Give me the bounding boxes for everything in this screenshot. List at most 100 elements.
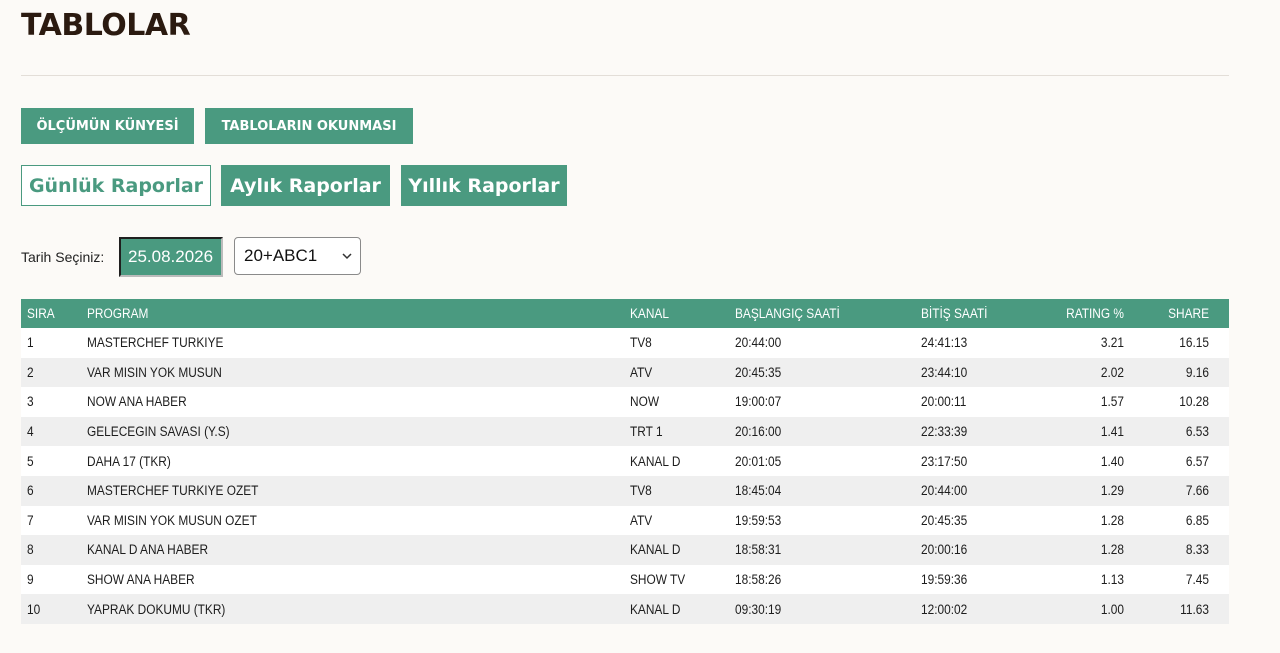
header-program[interactable]: PROGRAM	[87, 299, 148, 328]
cell-sira: 1	[27, 335, 34, 351]
cell-kanal: ATV	[630, 512, 653, 528]
cell-sira: 9	[27, 572, 34, 588]
table-body: 1 MASTERCHEF TURKIYE TV8 20:44:00 24:41:13 3.…	[21, 328, 1229, 624]
cell-program: VAR MISIN YOK MUSUN	[87, 364, 222, 380]
cell-sira: 6	[27, 483, 34, 499]
cell-kanal: NOW	[630, 394, 660, 410]
cell-share: 6.85	[1185, 512, 1209, 528]
cell-bitis-saati: 20:45:35	[921, 512, 968, 528]
cell-rating: 1.28	[1100, 542, 1124, 558]
table-row: 6 MASTERCHEF TURKIYE OZET TV8 18:45:04 20:44…	[21, 475, 1229, 506]
cell-baslangic-saati: 18:58:26	[735, 572, 782, 588]
cell-program: MASTERCHEF TURKIYE	[87, 335, 224, 351]
header-bitis-saati[interactable]: BİTİŞ SAATİ	[921, 299, 987, 328]
page: TABLOLAR ÖLÇÜMÜN KÜNYESİ TABLOLARIN OKUN…	[0, 0, 1280, 653]
cell-rating: 1.41	[1100, 424, 1124, 440]
cell-share: 7.45	[1185, 572, 1209, 588]
cell-sira: 3	[27, 394, 34, 410]
date-input[interactable]: 25.08.2026	[119, 237, 223, 277]
audience-select[interactable]: 20+ABC1	[234, 237, 361, 275]
cell-bitis-saati: 20:00:11	[921, 394, 967, 410]
tab-gunluk-raporlar[interactable]: Günlük Raporlar	[21, 165, 211, 206]
table-row: 5 DAHA 17 (TKR) KANAL D 20:01:05 23:17:50 1.4…	[21, 446, 1229, 476]
tab-aylik-raporlar[interactable]: Aylık Raporlar	[221, 165, 390, 206]
cell-bitis-saati: 23:44:10	[921, 364, 968, 380]
cell-rating: 1.57	[1100, 394, 1124, 410]
table-row: 4 GELECEGIN SAVASI (Y.S) TRT 1 20:16:00 22:3…	[21, 416, 1229, 447]
cell-rating: 1.00	[1100, 601, 1124, 617]
cell-bitis-saati: 20:00:16	[921, 542, 968, 558]
cell-share: 10.28	[1179, 394, 1209, 410]
ratings-table: SIRA PROGRAM KANAL BAŞLANGIÇ SAATİ BİTİŞ…	[21, 299, 1229, 624]
table-row: 1 MASTERCHEF TURKIYE TV8 20:44:00 24:41:13 3.…	[21, 328, 1229, 358]
cell-kanal: ATV	[630, 364, 653, 380]
cell-program: KANAL D ANA HABER	[87, 542, 209, 558]
cell-bitis-saati: 19:59:36	[921, 572, 968, 588]
olcum-kunyesi-button[interactable]: ÖLÇÜMÜN KÜNYESİ	[21, 108, 194, 144]
cell-sira: 2	[27, 364, 34, 380]
cell-bitis-saati: 24:41:13	[921, 335, 968, 351]
cell-program: SHOW ANA HABER	[87, 572, 195, 588]
cell-rating: 1.13	[1100, 572, 1124, 588]
cell-bitis-saati: 20:44:00	[921, 483, 968, 499]
cell-baslangic-saati: 18:45:04	[735, 483, 782, 499]
audience-selected-value: 20+ABC1	[244, 246, 318, 265]
cell-kanal: TRT 1	[630, 424, 663, 440]
cell-baslangic-saati: 20:01:05	[735, 453, 782, 469]
table-row: 8 KANAL D ANA HABER KANAL D 18:58:31 20:00:1…	[21, 535, 1229, 565]
cell-sira: 7	[27, 512, 34, 528]
cell-rating: 1.28	[1100, 512, 1124, 528]
cell-share: 6.53	[1185, 424, 1209, 440]
cell-share: 8.33	[1185, 542, 1209, 558]
header-kanal[interactable]: KANAL	[630, 299, 669, 328]
cell-program: VAR MISIN YOK MUSUN OZET	[87, 512, 257, 528]
cell-share: 16.15	[1179, 335, 1209, 351]
cell-bitis-saati: 12:00:02	[921, 601, 968, 617]
cell-kanal: KANAL D	[630, 453, 681, 469]
cell-sira: 4	[27, 424, 34, 440]
cell-kanal: KANAL D	[630, 542, 681, 558]
cell-program: YAPRAK DOKUMU (TKR)	[87, 601, 226, 617]
cell-baslangic-saati: 19:00:07	[735, 394, 782, 410]
cell-baslangic-saati: 20:45:35	[735, 364, 782, 380]
table-header: SIRA PROGRAM KANAL BAŞLANGIÇ SAATİ BİTİŞ…	[21, 299, 1229, 328]
tablolarin-okunmasi-button[interactable]: TABLOLARIN OKUNMASI	[205, 108, 413, 144]
page-title: TABLOLAR	[21, 8, 191, 43]
cell-share: 6.57	[1185, 453, 1209, 469]
cell-rating: 3.21	[1100, 335, 1124, 351]
cell-kanal: SHOW TV	[630, 572, 686, 588]
table-row: 7 VAR MISIN YOK MUSUN OZET ATV 19:59:53 20:4…	[21, 505, 1229, 536]
table-row: 2 VAR MISIN YOK MUSUN ATV 20:45:35 23:44:10 2…	[21, 357, 1229, 388]
cell-baslangic-saati: 19:59:53	[735, 512, 782, 528]
cell-baslangic-saati: 09:30:19	[735, 601, 782, 617]
header-rating[interactable]: RATING %	[1033, 299, 1124, 328]
cell-program: DAHA 17 (TKR)	[87, 453, 171, 469]
cell-program: NOW ANA HABER	[87, 394, 187, 410]
cell-bitis-saati: 23:17:50	[921, 453, 968, 469]
cell-sira: 10	[27, 601, 41, 617]
chevron-down-icon	[342, 253, 352, 260]
cell-share: 9.16	[1185, 364, 1209, 380]
cell-baslangic-saati: 20:16:00	[735, 424, 782, 440]
tab-yillik-raporlar[interactable]: Yıllık Raporlar	[401, 165, 567, 206]
cell-kanal: KANAL D	[630, 601, 681, 617]
header-sira[interactable]: SIRA	[27, 299, 55, 328]
cell-baslangic-saati: 18:58:31	[735, 542, 782, 558]
table-row: 9 SHOW ANA HABER SHOW TV 18:58:26 19:59:36 1.…	[21, 564, 1229, 595]
cell-sira: 8	[27, 542, 34, 558]
cell-share: 11.63	[1180, 601, 1209, 617]
date-value: 25.08.2026	[128, 247, 214, 266]
title-divider	[21, 75, 1229, 76]
cell-share: 7.66	[1185, 483, 1209, 499]
cell-rating: 1.29	[1100, 483, 1124, 499]
header-share[interactable]: SHARE	[1132, 299, 1209, 328]
date-label: Tarih Seçiniz:	[21, 249, 105, 265]
header-baslangic-saati[interactable]: BAŞLANGIÇ SAATİ	[735, 299, 840, 328]
cell-sira: 5	[27, 453, 34, 469]
table-row: 3 NOW ANA HABER NOW 19:00:07 20:00:11 1.57 10.…	[21, 387, 1229, 417]
cell-program: GELECEGIN SAVASI (Y.S)	[87, 424, 230, 440]
cell-baslangic-saati: 20:44:00	[735, 335, 782, 351]
cell-program: MASTERCHEF TURKIYE OZET	[87, 483, 259, 499]
cell-kanal: TV8	[630, 335, 652, 351]
cell-bitis-saati: 22:33:39	[921, 424, 968, 440]
